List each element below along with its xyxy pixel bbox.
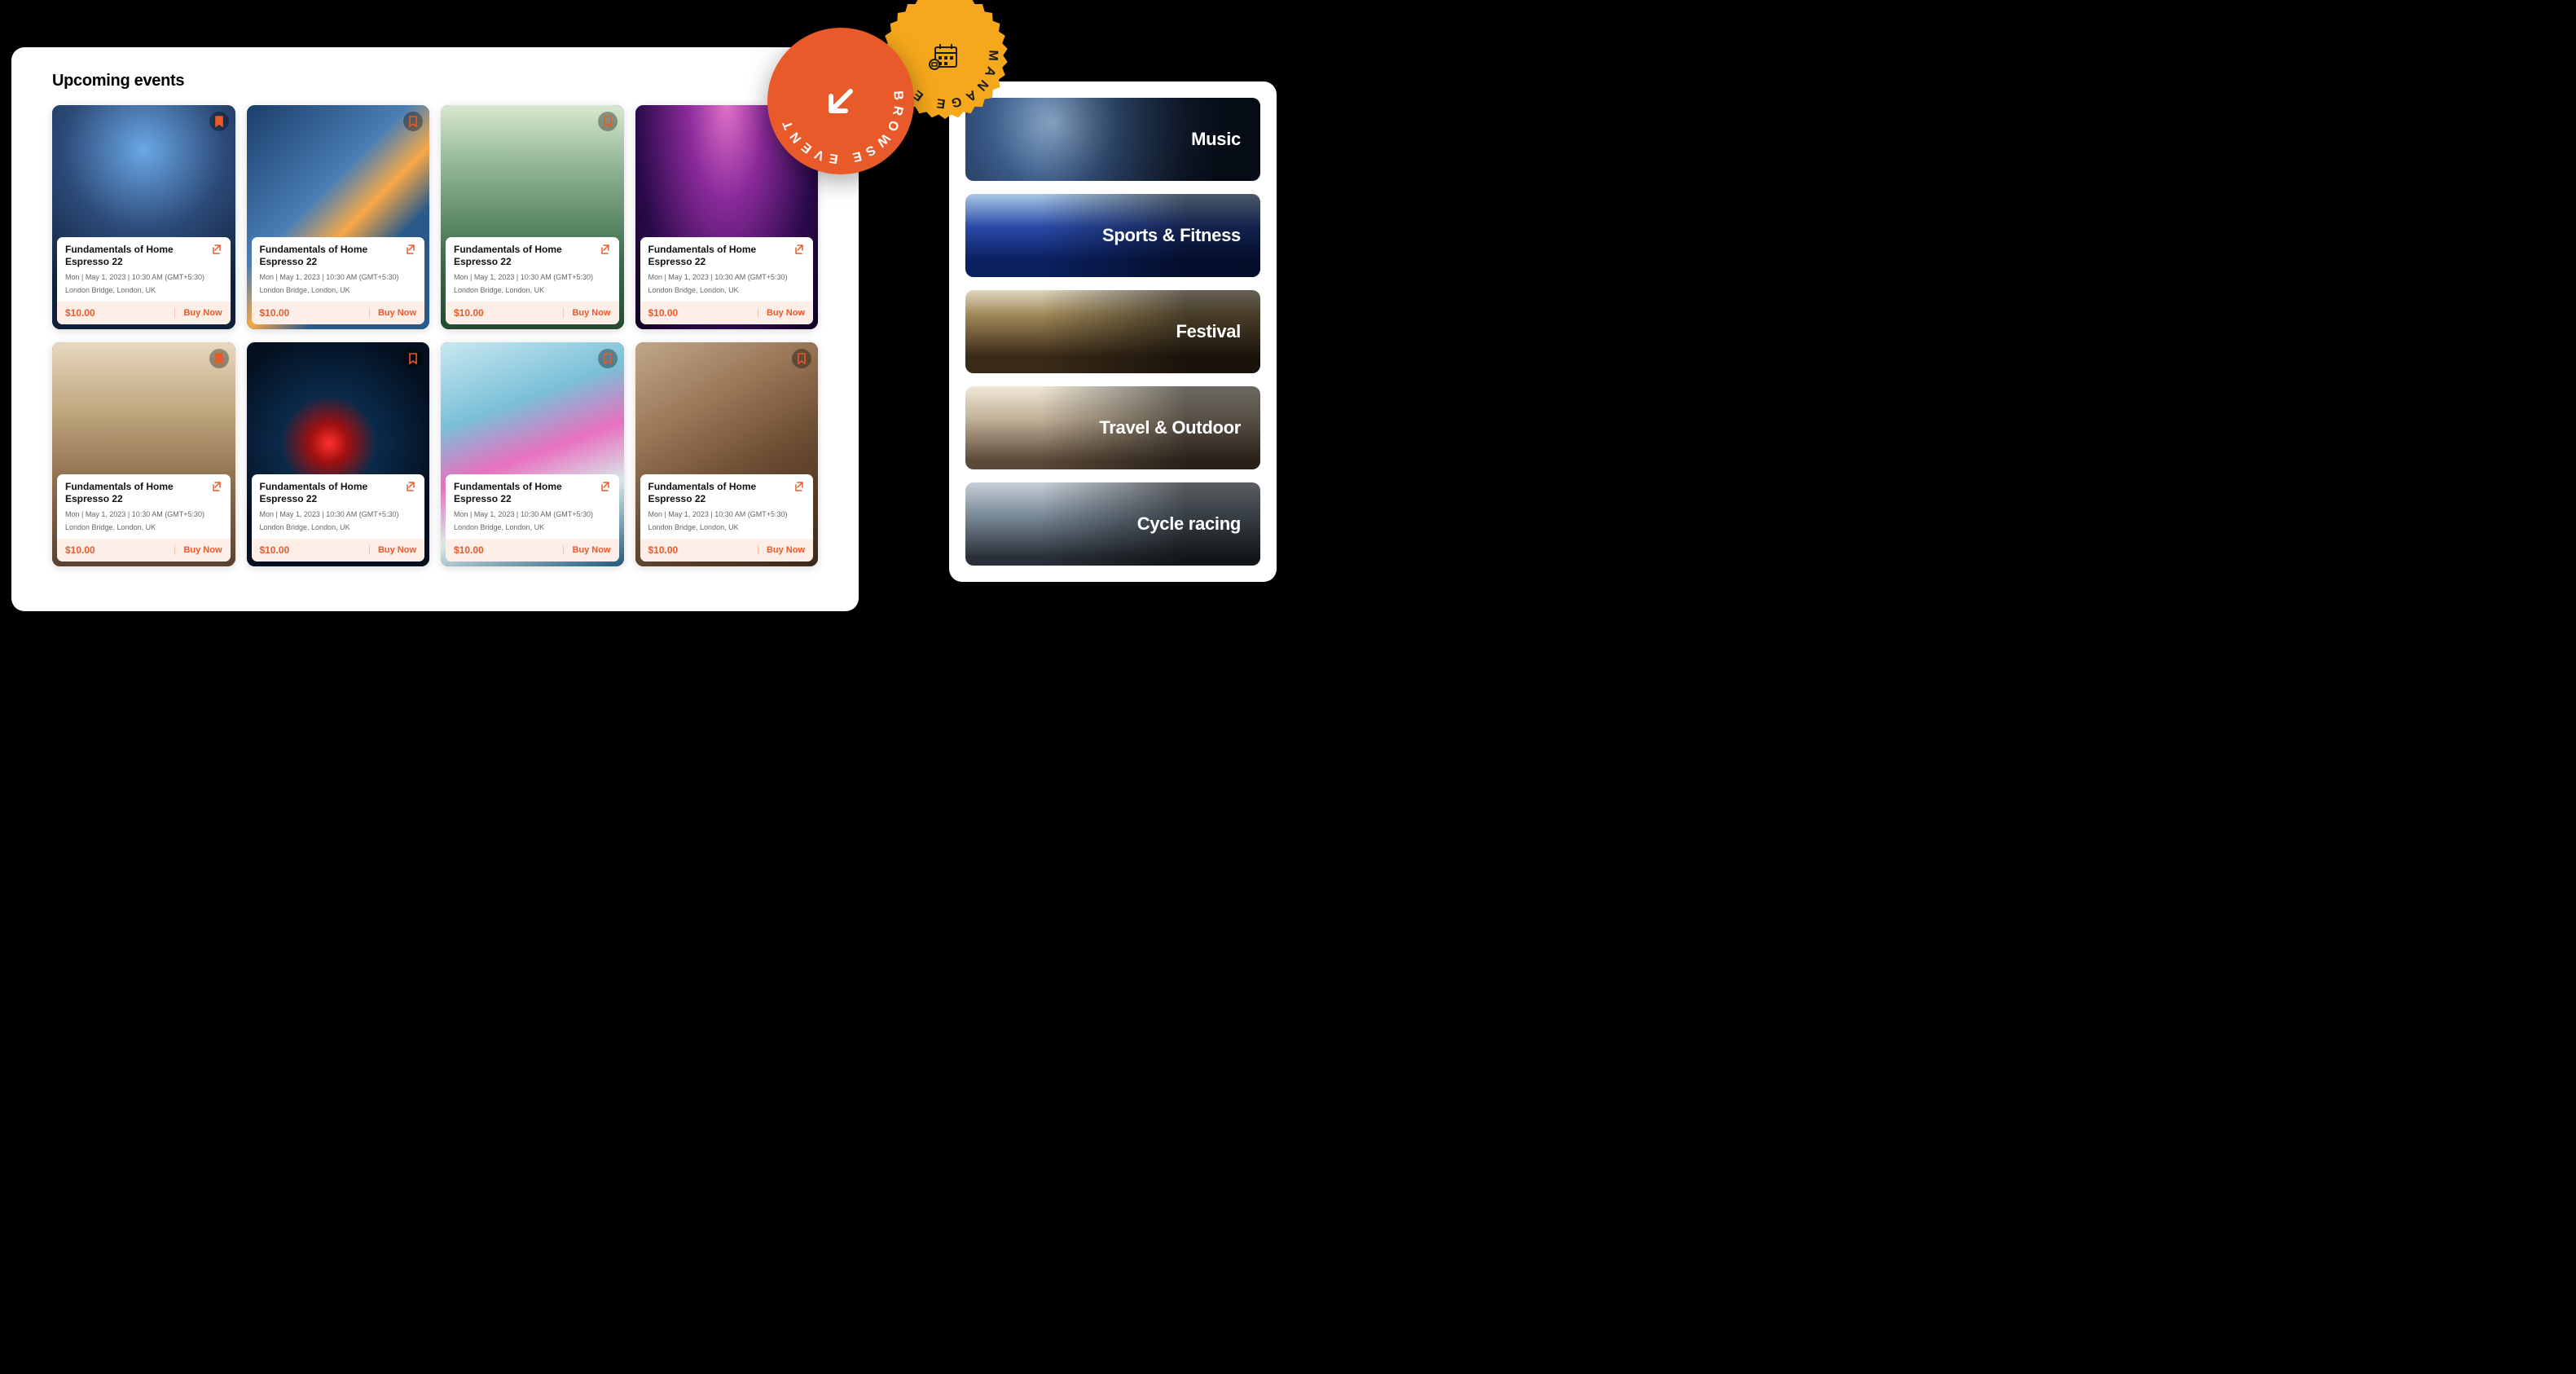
event-card[interactable]: Fundamentals of Home Espresso 22 Mon | M…	[441, 105, 624, 329]
event-location: London Bridge, London, UK	[648, 285, 806, 295]
bookmark-button[interactable]	[598, 349, 618, 368]
event-price: $10.00	[65, 307, 95, 319]
event-title: Fundamentals of Home Espresso 22	[260, 481, 401, 506]
buy-now-button[interactable]: Buy Now	[369, 545, 416, 555]
share-icon[interactable]	[211, 481, 222, 492]
event-location: London Bridge, London, UK	[65, 285, 222, 295]
svg-text:BROWSE EVENT: BROWSE EVENT	[779, 90, 906, 165]
share-icon[interactable]	[405, 244, 416, 255]
bookmark-button[interactable]	[209, 112, 229, 131]
share-icon[interactable]	[793, 244, 805, 255]
event-info: Fundamentals of Home Espresso 22 Mon | M…	[252, 474, 425, 561]
upcoming-events-panel: Upcoming events View All » Fundamentals …	[11, 47, 859, 611]
event-price: $10.00	[260, 544, 290, 556]
category-tile[interactable]: Festival	[965, 290, 1260, 373]
events-header: Upcoming events View All »	[52, 72, 818, 90]
event-card[interactable]: Fundamentals of Home Espresso 22 Mon | M…	[635, 342, 819, 566]
category-tile[interactable]: Sports & Fitness	[965, 194, 1260, 277]
event-location: London Bridge, London, UK	[454, 522, 611, 532]
event-location: London Bridge, London, UK	[648, 522, 806, 532]
bookmark-button[interactable]	[403, 349, 423, 368]
event-info: Fundamentals of Home Espresso 22 Mon | M…	[640, 474, 814, 561]
events-title: Upcoming events	[52, 72, 184, 90]
event-location: London Bridge, London, UK	[260, 285, 417, 295]
category-label: Music	[1191, 129, 1241, 150]
categories-panel: Music Sports & Fitness Festival Travel & Ou…	[949, 81, 1277, 582]
event-card[interactable]: Fundamentals of Home Espresso 22 Mon | M…	[247, 105, 430, 329]
share-icon[interactable]	[600, 244, 611, 255]
category-label: Cycle racing	[1137, 513, 1241, 535]
event-info: Fundamentals of Home Espresso 22 Mon | M…	[57, 474, 231, 561]
event-datetime: Mon | May 1, 2023 | 10:30 AM (GMT+5:30)	[454, 509, 611, 519]
buy-now-button[interactable]: Buy Now	[758, 308, 805, 318]
bookmark-button[interactable]	[209, 349, 229, 368]
category-tile[interactable]: Music	[965, 98, 1260, 181]
event-datetime: Mon | May 1, 2023 | 10:30 AM (GMT+5:30)	[260, 272, 417, 282]
event-info: Fundamentals of Home Espresso 22 Mon | M…	[446, 474, 619, 561]
event-title: Fundamentals of Home Espresso 22	[454, 481, 595, 506]
event-datetime: Mon | May 1, 2023 | 10:30 AM (GMT+5:30)	[65, 272, 222, 282]
event-card[interactable]: Fundamentals of Home Espresso 22 Mon | M…	[52, 105, 235, 329]
share-icon[interactable]	[793, 481, 805, 492]
event-datetime: Mon | May 1, 2023 | 10:30 AM (GMT+5:30)	[260, 509, 417, 519]
bookmark-button[interactable]	[792, 349, 811, 368]
event-datetime: Mon | May 1, 2023 | 10:30 AM (GMT+5:30)	[648, 272, 806, 282]
event-datetime: Mon | May 1, 2023 | 10:30 AM (GMT+5:30)	[454, 272, 611, 282]
buy-now-button[interactable]: Buy Now	[758, 545, 805, 555]
event-title: Fundamentals of Home Espresso 22	[648, 244, 789, 269]
event-title: Fundamentals of Home Espresso 22	[65, 244, 206, 269]
event-card[interactable]: Fundamentals of Home Espresso 22 Mon | M…	[441, 342, 624, 566]
event-info: Fundamentals of Home Espresso 22 Mon | M…	[57, 237, 231, 324]
buy-now-button[interactable]: Buy Now	[174, 545, 222, 555]
share-icon[interactable]	[600, 481, 611, 492]
buy-now-button[interactable]: Buy Now	[369, 308, 416, 318]
category-tile[interactable]: Cycle racing	[965, 482, 1260, 566]
event-price: $10.00	[648, 307, 679, 319]
category-tile[interactable]: Travel & Outdoor	[965, 386, 1260, 469]
event-datetime: Mon | May 1, 2023 | 10:30 AM (GMT+5:30)	[65, 509, 222, 519]
event-datetime: Mon | May 1, 2023 | 10:30 AM (GMT+5:30)	[648, 509, 806, 519]
browse-event-label: BROWSE EVENT	[779, 90, 906, 165]
category-label: Festival	[1176, 321, 1241, 342]
browse-event-badge[interactable]: BROWSE EVENT	[767, 28, 914, 174]
event-card[interactable]: Fundamentals of Home Espresso 22 Mon | M…	[247, 342, 430, 566]
event-price: $10.00	[648, 544, 679, 556]
event-title: Fundamentals of Home Espresso 22	[454, 244, 595, 269]
event-title: Fundamentals of Home Espresso 22	[260, 244, 401, 269]
event-location: London Bridge, London, UK	[454, 285, 611, 295]
event-location: London Bridge, London, UK	[260, 522, 417, 532]
buy-now-button[interactable]: Buy Now	[563, 308, 610, 318]
event-price: $10.00	[65, 544, 95, 556]
event-location: London Bridge, London, UK	[65, 522, 222, 532]
category-label: Sports & Fitness	[1102, 225, 1241, 246]
event-price: $10.00	[454, 307, 484, 319]
bookmark-button[interactable]	[598, 112, 618, 131]
events-grid: Fundamentals of Home Espresso 22 Mon | M…	[52, 105, 818, 566]
event-card[interactable]: Fundamentals of Home Espresso 22 Mon | M…	[52, 342, 235, 566]
event-info: Fundamentals of Home Espresso 22 Mon | M…	[252, 237, 425, 324]
bookmark-button[interactable]	[403, 112, 423, 131]
share-icon[interactable]	[405, 481, 416, 492]
buy-now-button[interactable]: Buy Now	[174, 308, 222, 318]
buy-now-button[interactable]: Buy Now	[563, 545, 610, 555]
event-title: Fundamentals of Home Espresso 22	[648, 481, 789, 506]
event-info: Fundamentals of Home Espresso 22 Mon | M…	[640, 237, 814, 324]
category-label: Travel & Outdoor	[1099, 417, 1241, 438]
event-info: Fundamentals of Home Espresso 22 Mon | M…	[446, 237, 619, 324]
event-price: $10.00	[454, 544, 484, 556]
share-icon[interactable]	[211, 244, 222, 255]
event-price: $10.00	[260, 307, 290, 319]
event-title: Fundamentals of Home Espresso 22	[65, 481, 206, 506]
